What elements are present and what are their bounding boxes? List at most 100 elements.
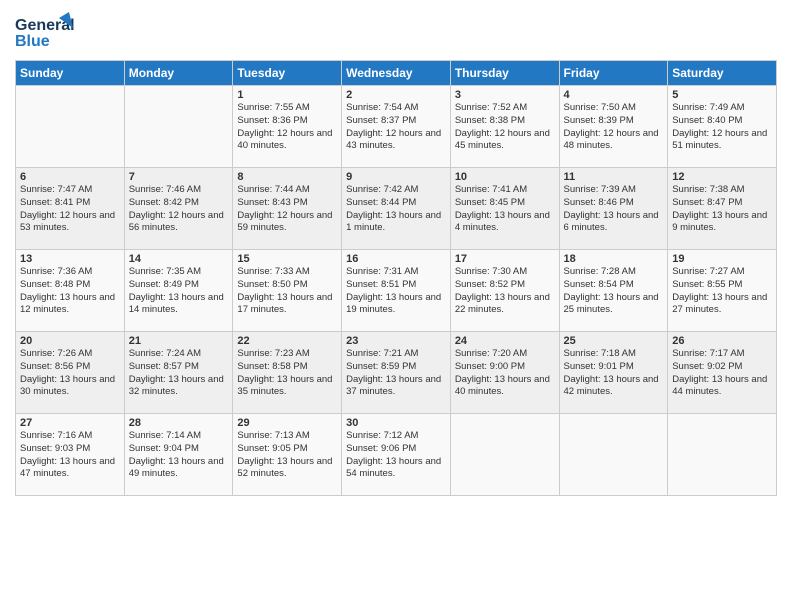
calendar-cell xyxy=(559,414,668,496)
day-number: 9 xyxy=(346,171,446,183)
day-info-line: Daylight: 13 hours and 30 minutes. xyxy=(20,374,115,398)
day-info-line: Daylight: 13 hours and 37 minutes. xyxy=(346,374,441,398)
calendar-cell: 10Sunrise: 7:41 AMSunset: 8:45 PMDayligh… xyxy=(450,168,559,250)
day-info: Sunrise: 7:28 AMSunset: 8:54 PMDaylight:… xyxy=(564,266,664,317)
day-info: Sunrise: 7:55 AMSunset: 8:36 PMDaylight:… xyxy=(237,102,337,153)
calendar-cell: 2Sunrise: 7:54 AMSunset: 8:37 PMDaylight… xyxy=(342,86,451,168)
calendar-cell: 29Sunrise: 7:13 AMSunset: 9:05 PMDayligh… xyxy=(233,414,342,496)
day-info: Sunrise: 7:18 AMSunset: 9:01 PMDaylight:… xyxy=(564,348,664,399)
day-info-line: Daylight: 13 hours and 22 minutes. xyxy=(455,292,550,316)
calendar-cell: 13Sunrise: 7:36 AMSunset: 8:48 PMDayligh… xyxy=(16,250,125,332)
calendar-cell: 5Sunrise: 7:49 AMSunset: 8:40 PMDaylight… xyxy=(668,86,777,168)
day-info-line: Sunrise: 7:27 AM xyxy=(672,266,744,277)
day-info: Sunrise: 7:50 AMSunset: 8:39 PMDaylight:… xyxy=(564,102,664,153)
day-info-line: Sunrise: 7:20 AM xyxy=(455,348,527,359)
day-number: 8 xyxy=(237,171,337,183)
day-number: 30 xyxy=(346,417,446,429)
day-info-line: Sunrise: 7:55 AM xyxy=(237,102,309,113)
weekday-header: Thursday xyxy=(450,61,559,86)
calendar-cell: 18Sunrise: 7:28 AMSunset: 8:54 PMDayligh… xyxy=(559,250,668,332)
day-info: Sunrise: 7:16 AMSunset: 9:03 PMDaylight:… xyxy=(20,430,120,481)
svg-text:Blue: Blue xyxy=(15,33,50,50)
calendar-week-row: 20Sunrise: 7:26 AMSunset: 8:56 PMDayligh… xyxy=(16,332,777,414)
day-info: Sunrise: 7:46 AMSunset: 8:42 PMDaylight:… xyxy=(129,184,229,235)
day-info-line: Sunrise: 7:38 AM xyxy=(672,184,744,195)
calendar-cell: 20Sunrise: 7:26 AMSunset: 8:56 PMDayligh… xyxy=(16,332,125,414)
day-info-line: Sunrise: 7:17 AM xyxy=(672,348,744,359)
day-info-line: Sunset: 8:59 PM xyxy=(346,361,416,372)
day-info: Sunrise: 7:23 AMSunset: 8:58 PMDaylight:… xyxy=(237,348,337,399)
day-info-line: Sunset: 8:47 PM xyxy=(672,197,742,208)
day-number: 16 xyxy=(346,253,446,265)
day-info-line: Sunset: 8:46 PM xyxy=(564,197,634,208)
day-info-line: Sunset: 8:38 PM xyxy=(455,115,525,126)
day-info-line: Daylight: 13 hours and 42 minutes. xyxy=(564,374,659,398)
day-info-line: Daylight: 12 hours and 45 minutes. xyxy=(455,128,550,152)
day-info-line: Sunrise: 7:41 AM xyxy=(455,184,527,195)
logo-icon: General Blue xyxy=(15,10,75,52)
day-info-line: Daylight: 13 hours and 40 minutes. xyxy=(455,374,550,398)
day-info-line: Sunset: 9:06 PM xyxy=(346,443,416,454)
day-number: 5 xyxy=(672,89,772,101)
day-info: Sunrise: 7:17 AMSunset: 9:02 PMDaylight:… xyxy=(672,348,772,399)
day-info: Sunrise: 7:24 AMSunset: 8:57 PMDaylight:… xyxy=(129,348,229,399)
calendar-cell: 27Sunrise: 7:16 AMSunset: 9:03 PMDayligh… xyxy=(16,414,125,496)
day-number: 18 xyxy=(564,253,664,265)
day-info: Sunrise: 7:14 AMSunset: 9:04 PMDaylight:… xyxy=(129,430,229,481)
day-info-line: Sunrise: 7:28 AM xyxy=(564,266,636,277)
calendar-cell: 23Sunrise: 7:21 AMSunset: 8:59 PMDayligh… xyxy=(342,332,451,414)
day-info-line: Sunrise: 7:23 AM xyxy=(237,348,309,359)
calendar-cell: 8Sunrise: 7:44 AMSunset: 8:43 PMDaylight… xyxy=(233,168,342,250)
day-info-line: Daylight: 13 hours and 4 minutes. xyxy=(455,210,550,234)
day-info: Sunrise: 7:54 AMSunset: 8:37 PMDaylight:… xyxy=(346,102,446,153)
day-info-line: Sunrise: 7:36 AM xyxy=(20,266,92,277)
day-info-line: Daylight: 12 hours and 48 minutes. xyxy=(564,128,659,152)
day-info: Sunrise: 7:26 AMSunset: 8:56 PMDaylight:… xyxy=(20,348,120,399)
day-info-line: Sunset: 8:52 PM xyxy=(455,279,525,290)
day-number: 12 xyxy=(672,171,772,183)
day-info-line: Sunset: 8:51 PM xyxy=(346,279,416,290)
calendar-cell: 15Sunrise: 7:33 AMSunset: 8:50 PMDayligh… xyxy=(233,250,342,332)
day-info: Sunrise: 7:41 AMSunset: 8:45 PMDaylight:… xyxy=(455,184,555,235)
day-info-line: Daylight: 13 hours and 6 minutes. xyxy=(564,210,659,234)
day-number: 19 xyxy=(672,253,772,265)
day-info-line: Daylight: 13 hours and 49 minutes. xyxy=(129,456,224,480)
day-info: Sunrise: 7:39 AMSunset: 8:46 PMDaylight:… xyxy=(564,184,664,235)
day-info-line: Daylight: 13 hours and 14 minutes. xyxy=(129,292,224,316)
calendar-cell: 17Sunrise: 7:30 AMSunset: 8:52 PMDayligh… xyxy=(450,250,559,332)
day-number: 24 xyxy=(455,335,555,347)
day-info-line: Sunrise: 7:35 AM xyxy=(129,266,201,277)
day-number: 6 xyxy=(20,171,120,183)
day-info-line: Sunset: 9:03 PM xyxy=(20,443,90,454)
day-number: 10 xyxy=(455,171,555,183)
day-number: 21 xyxy=(129,335,229,347)
day-number: 4 xyxy=(564,89,664,101)
calendar-cell xyxy=(124,86,233,168)
day-info: Sunrise: 7:27 AMSunset: 8:55 PMDaylight:… xyxy=(672,266,772,317)
day-info-line: Sunrise: 7:13 AM xyxy=(237,430,309,441)
day-info-line: Sunrise: 7:30 AM xyxy=(455,266,527,277)
day-info-line: Sunset: 8:37 PM xyxy=(346,115,416,126)
day-info: Sunrise: 7:33 AMSunset: 8:50 PMDaylight:… xyxy=(237,266,337,317)
day-info-line: Sunrise: 7:16 AM xyxy=(20,430,92,441)
day-info-line: Sunset: 8:40 PM xyxy=(672,115,742,126)
day-number: 1 xyxy=(237,89,337,101)
day-info: Sunrise: 7:52 AMSunset: 8:38 PMDaylight:… xyxy=(455,102,555,153)
day-info-line: Sunrise: 7:54 AM xyxy=(346,102,418,113)
weekday-header: Saturday xyxy=(668,61,777,86)
day-number: 7 xyxy=(129,171,229,183)
weekday-header: Tuesday xyxy=(233,61,342,86)
day-info-line: Sunrise: 7:26 AM xyxy=(20,348,92,359)
day-info-line: Daylight: 13 hours and 27 minutes. xyxy=(672,292,767,316)
calendar-cell: 25Sunrise: 7:18 AMSunset: 9:01 PMDayligh… xyxy=(559,332,668,414)
day-info-line: Daylight: 13 hours and 17 minutes. xyxy=(237,292,332,316)
day-number: 22 xyxy=(237,335,337,347)
day-info-line: Sunset: 8:54 PM xyxy=(564,279,634,290)
day-number: 26 xyxy=(672,335,772,347)
day-info-line: Daylight: 13 hours and 52 minutes. xyxy=(237,456,332,480)
day-info-line: Sunset: 9:05 PM xyxy=(237,443,307,454)
day-info: Sunrise: 7:35 AMSunset: 8:49 PMDaylight:… xyxy=(129,266,229,317)
day-number: 23 xyxy=(346,335,446,347)
day-info-line: Sunrise: 7:47 AM xyxy=(20,184,92,195)
day-info-line: Sunrise: 7:31 AM xyxy=(346,266,418,277)
